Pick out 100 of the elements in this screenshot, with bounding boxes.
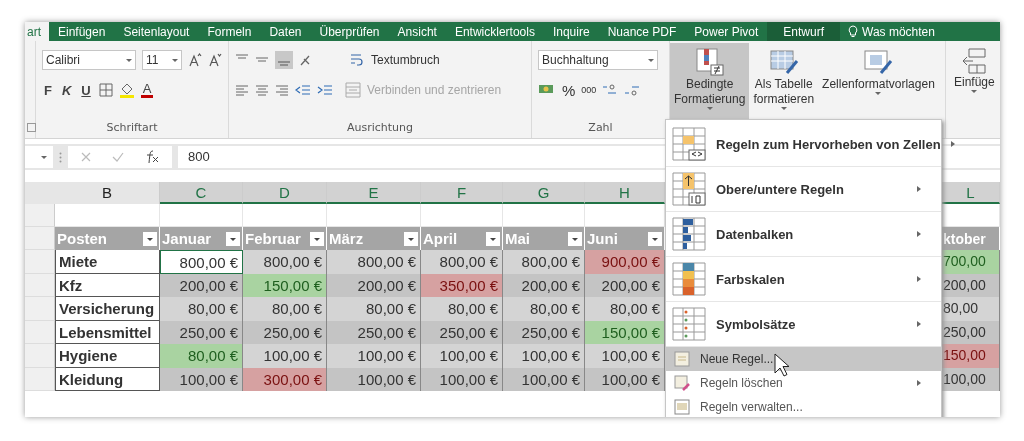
highlight-rules-icon — [672, 127, 706, 161]
insert-cells-button[interactable]: Einfüge — [950, 43, 999, 123]
table-header: Januar — [160, 227, 243, 250]
merge-cells-icon[interactable] — [345, 82, 361, 98]
row-header[interactable] — [25, 297, 55, 321]
menu-item[interactable]: Obere/untere Regeln — [666, 167, 941, 212]
ribbon-tab[interactable]: Einfügen — [49, 22, 115, 41]
table-cell: 100,00 € — [327, 367, 421, 391]
group-label: Schriftart — [105, 121, 159, 134]
bold-button[interactable]: F — [42, 82, 54, 98]
underline-button[interactable]: U — [79, 82, 93, 98]
row-header[interactable] — [25, 204, 55, 227]
icon-sets-icon — [672, 307, 706, 341]
grow-font-icon[interactable] — [188, 53, 202, 67]
column-header[interactable]: D — [243, 182, 327, 204]
table-cell: Lebensmittel — [55, 320, 160, 344]
table-cell: 200,00 — [942, 273, 1000, 297]
ribbon-tab[interactable]: art — [25, 22, 49, 41]
ribbon-tab[interactable]: Überprüfen — [310, 22, 389, 41]
wrap-text-icon[interactable] — [349, 52, 365, 68]
thousands-button[interactable]: 000 — [581, 85, 597, 95]
column-header[interactable]: G — [503, 182, 585, 204]
font-color-button[interactable]: A — [140, 82, 154, 98]
table-cell: Kleidung — [55, 367, 160, 391]
table-cell: 900,00 € — [585, 250, 665, 274]
menu-item[interactable]: Farbskalen — [666, 257, 941, 302]
table-cell: Miete — [55, 250, 160, 274]
table-cell: 100,00 — [942, 367, 1000, 391]
filter-dropdown-icon[interactable] — [648, 231, 662, 246]
align-left-icon[interactable] — [235, 83, 249, 97]
wrap-text-label[interactable]: Textumbruch — [371, 53, 440, 67]
percent-button[interactable]: % — [562, 81, 576, 99]
menu-item[interactable]: Regeln löschen — [666, 371, 941, 395]
borders-icon[interactable] — [98, 83, 113, 97]
conditional-format-icon — [694, 47, 725, 77]
row-header[interactable] — [25, 227, 55, 250]
table-cell: 800,00 € — [160, 250, 243, 274]
row-header[interactable] — [25, 273, 55, 297]
increase-decimal-icon[interactable] — [602, 83, 619, 97]
column-header[interactable]: E — [327, 182, 421, 204]
shrink-font-icon[interactable] — [208, 53, 222, 67]
ribbon-tab[interactable]: Entwurf — [767, 22, 841, 41]
filter-dropdown-icon[interactable] — [568, 231, 582, 246]
table-cell: 150,00 € — [243, 273, 327, 297]
column-header[interactable]: C — [160, 182, 243, 204]
ribbon-tab[interactable]: Inquire — [543, 22, 599, 41]
ribbon-tab[interactable]: Formeln — [198, 22, 261, 41]
table-cell: 80,00 — [942, 297, 1000, 321]
table-cell: 200,00 € — [327, 273, 421, 297]
table-cell: 800,00 € — [503, 250, 585, 274]
filter-dropdown-icon[interactable] — [310, 231, 324, 246]
decrease-indent-icon[interactable] — [295, 83, 311, 97]
menu-item[interactable]: Regeln zum Hervorheben von Zellen — [666, 122, 941, 167]
table-header: April — [421, 227, 503, 250]
filter-dropdown-icon[interactable] — [143, 231, 157, 246]
column-header[interactable]: F — [421, 182, 503, 204]
ribbon-tab[interactable]: Entwicklertools — [445, 22, 544, 41]
table-cell: 100,00 € — [421, 344, 503, 368]
align-right-icon[interactable] — [275, 83, 289, 97]
insert-function-icon[interactable] — [144, 150, 160, 164]
row-header[interactable] — [25, 320, 55, 344]
font-size-field[interactable]: 11 — [142, 50, 182, 70]
ribbon-tab[interactable]: Ansicht — [388, 22, 446, 41]
ribbon-tab[interactable]: Seitenlayout — [114, 22, 199, 41]
ribbon-tab[interactable]: Power Pivot — [685, 22, 768, 41]
row-header[interactable] — [25, 344, 55, 368]
filter-dropdown-icon[interactable] — [404, 231, 418, 246]
decrease-decimal-icon[interactable] — [624, 83, 641, 97]
menu-item[interactable]: Regeln verwalten... — [666, 395, 941, 417]
row-header[interactable] — [25, 367, 55, 391]
cancel-icon[interactable] — [80, 151, 92, 163]
drag-handle-icon[interactable] — [59, 151, 62, 163]
table-header: März — [327, 227, 421, 250]
ribbon-tab[interactable]: Was möchten — [840, 22, 937, 41]
column-header[interactable]: L — [942, 182, 1000, 204]
group-label: Ausrichtung — [345, 121, 415, 134]
column-header[interactable]: B — [55, 182, 160, 204]
top-bottom-rules-icon — [672, 172, 706, 206]
number-format-field[interactable]: Buchhaltung — [538, 50, 658, 70]
align-center-icon[interactable] — [255, 83, 269, 97]
italic-button[interactable]: K — [59, 82, 74, 98]
font-field[interactable]: Calibri — [42, 50, 136, 70]
ribbon-tab[interactable]: Daten — [260, 22, 311, 41]
fill-bucket-icon[interactable] — [118, 82, 135, 98]
align-bottom-icon[interactable] — [275, 51, 293, 69]
row-header[interactable] — [25, 250, 55, 274]
menu-item[interactable]: Datenbalken — [666, 212, 941, 257]
filter-dropdown-icon[interactable] — [486, 231, 500, 246]
ribbon-tab[interactable]: Nuance PDF — [598, 22, 686, 41]
table-cell: 150,00 — [942, 344, 1000, 368]
table-cell: 80,00 € — [327, 297, 421, 321]
enter-icon[interactable] — [112, 151, 124, 163]
filter-dropdown-icon[interactable] — [226, 231, 240, 246]
data-bars-icon — [672, 217, 706, 251]
column-header[interactable]: H — [585, 182, 665, 204]
lightbulb-icon — [848, 25, 859, 38]
increase-indent-icon[interactable] — [317, 83, 333, 97]
table-header: ktober — [942, 227, 1000, 250]
table-cell: 250,00 € — [421, 320, 503, 344]
dialog-launcher-icon[interactable] — [27, 123, 36, 132]
